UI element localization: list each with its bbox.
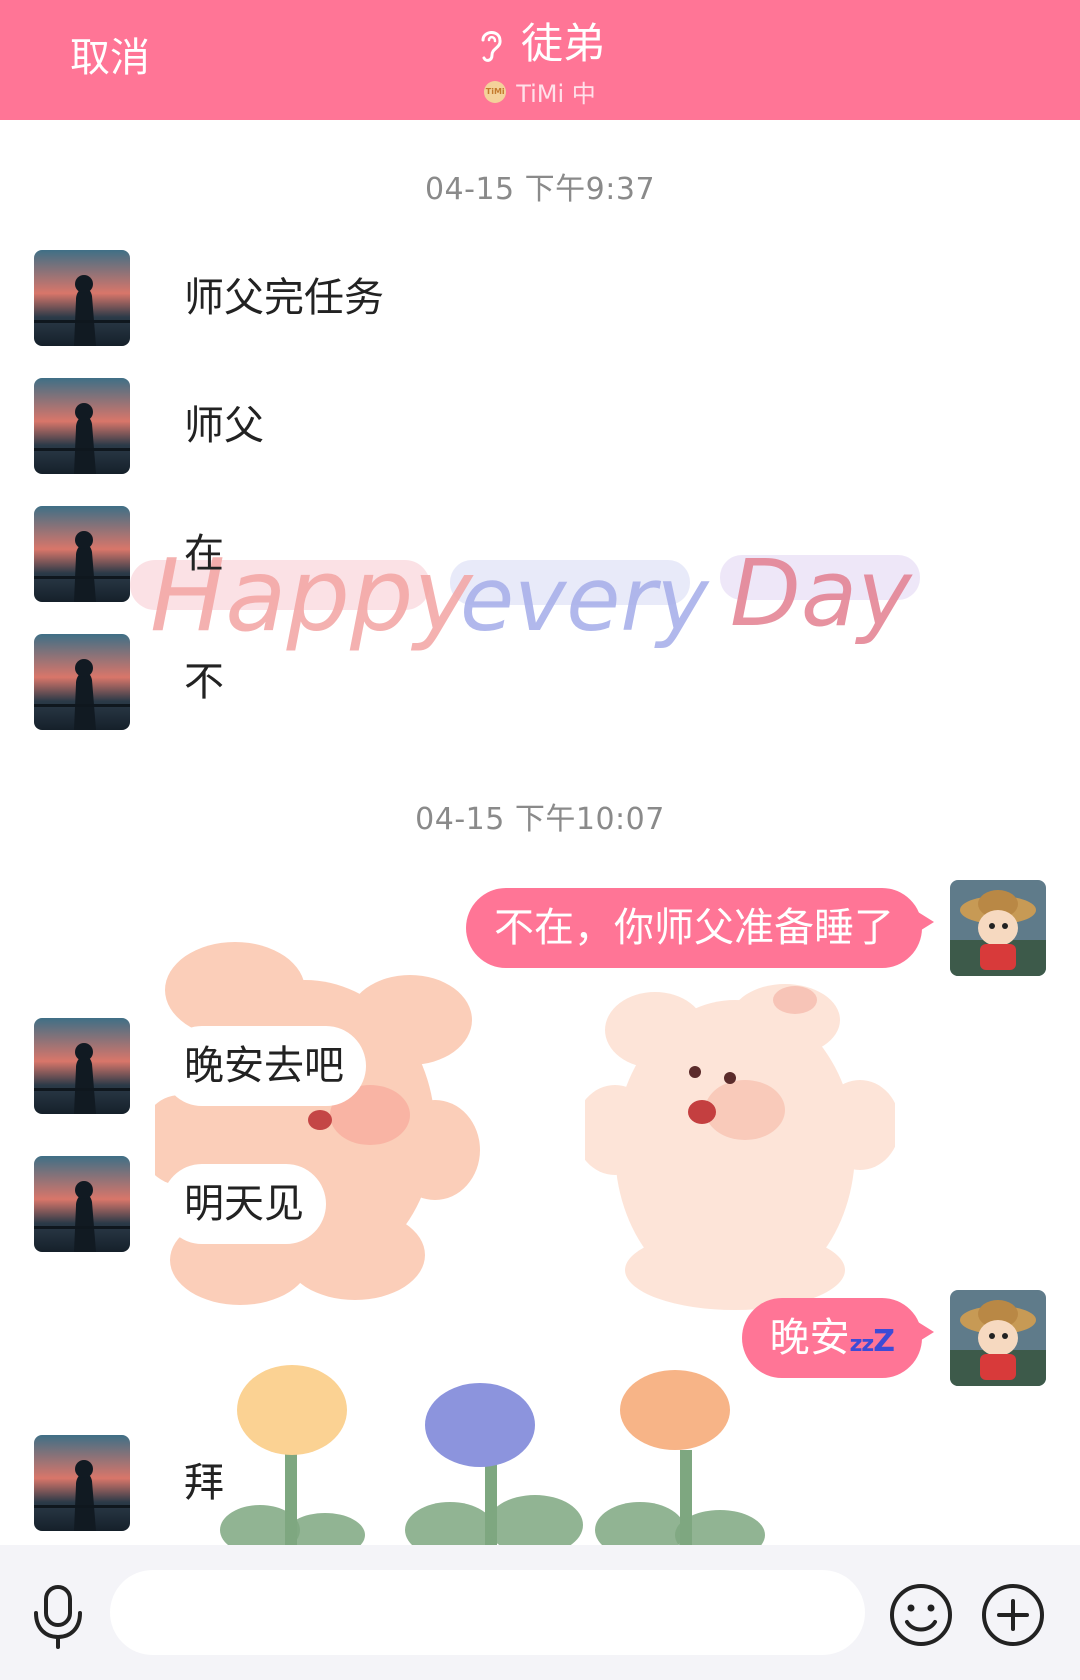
message-row: 在 [0,506,1080,602]
input-bar [0,1545,1080,1680]
contact-avatar[interactable] [34,250,130,346]
message-row: 不在，你师父准备睡了 [0,880,1080,976]
contact-avatar[interactable] [34,634,130,730]
contact-avatar[interactable] [34,1435,130,1531]
contact-name: 徒弟 [520,19,605,68]
message-text: 晚安 [769,1315,850,1361]
timestamp: 04-15 下午9:37 [424,172,656,207]
chat-area[interactable]: Happy every Day 04-15 下午9:37 04-15 下午10:… [0,120,1080,1545]
contact-avatar[interactable] [34,506,130,602]
message-row: 明天见 [0,1156,1080,1252]
message-row: 师父完任务 [0,250,1080,346]
message-bubble-sent[interactable]: 晚安zzZ [741,1298,935,1378]
title-block: 徒弟 TiMi TiMi 中 [0,16,1080,109]
contact-avatar[interactable] [34,1018,130,1114]
message-bubble[interactable]: 师父完任务 [162,258,406,338]
pink-bear-illustration [155,942,480,1305]
my-avatar[interactable] [950,1290,1046,1386]
ear-icon [481,31,502,62]
timi-icon: TiMi [484,80,507,103]
contact-avatar[interactable] [34,378,130,474]
plus-icon[interactable] [980,1582,1046,1648]
message-row: 晚安zzZ [0,1290,1080,1386]
message-row: 晚安去吧 [0,1018,1080,1114]
timestamp: 04-15 下午10:07 [415,802,665,837]
chat-header: 取消 徒弟 TiMi TiMi 中 [0,0,1080,120]
message-bubble[interactable]: 师父 [162,386,286,466]
message-row: 师父 [0,378,1080,474]
contact-avatar[interactable] [34,1156,130,1252]
message-bubble[interactable]: 晚安去吧 [162,1026,366,1106]
emoji-icon[interactable] [888,1582,954,1648]
sleep-zzz-icon: zzZ [849,1324,895,1359]
message-row: 不 [0,634,1080,730]
message-bubble[interactable]: 拜 [162,1443,246,1523]
status-text: TiMi 中 [516,80,596,108]
status-row: TiMi TiMi 中 [484,74,596,109]
message-bubble-sent[interactable]: 不在，你师父准备睡了 [466,888,934,968]
message-bubble[interactable]: 不 [162,642,246,722]
message-input[interactable] [110,1570,865,1655]
message-bubble[interactable]: 明天见 [162,1164,326,1244]
my-avatar[interactable] [950,880,1046,976]
message-row: 拜 [0,1435,1080,1531]
microphone-icon[interactable] [30,1583,86,1649]
message-bubble[interactable]: 在 [162,514,246,594]
